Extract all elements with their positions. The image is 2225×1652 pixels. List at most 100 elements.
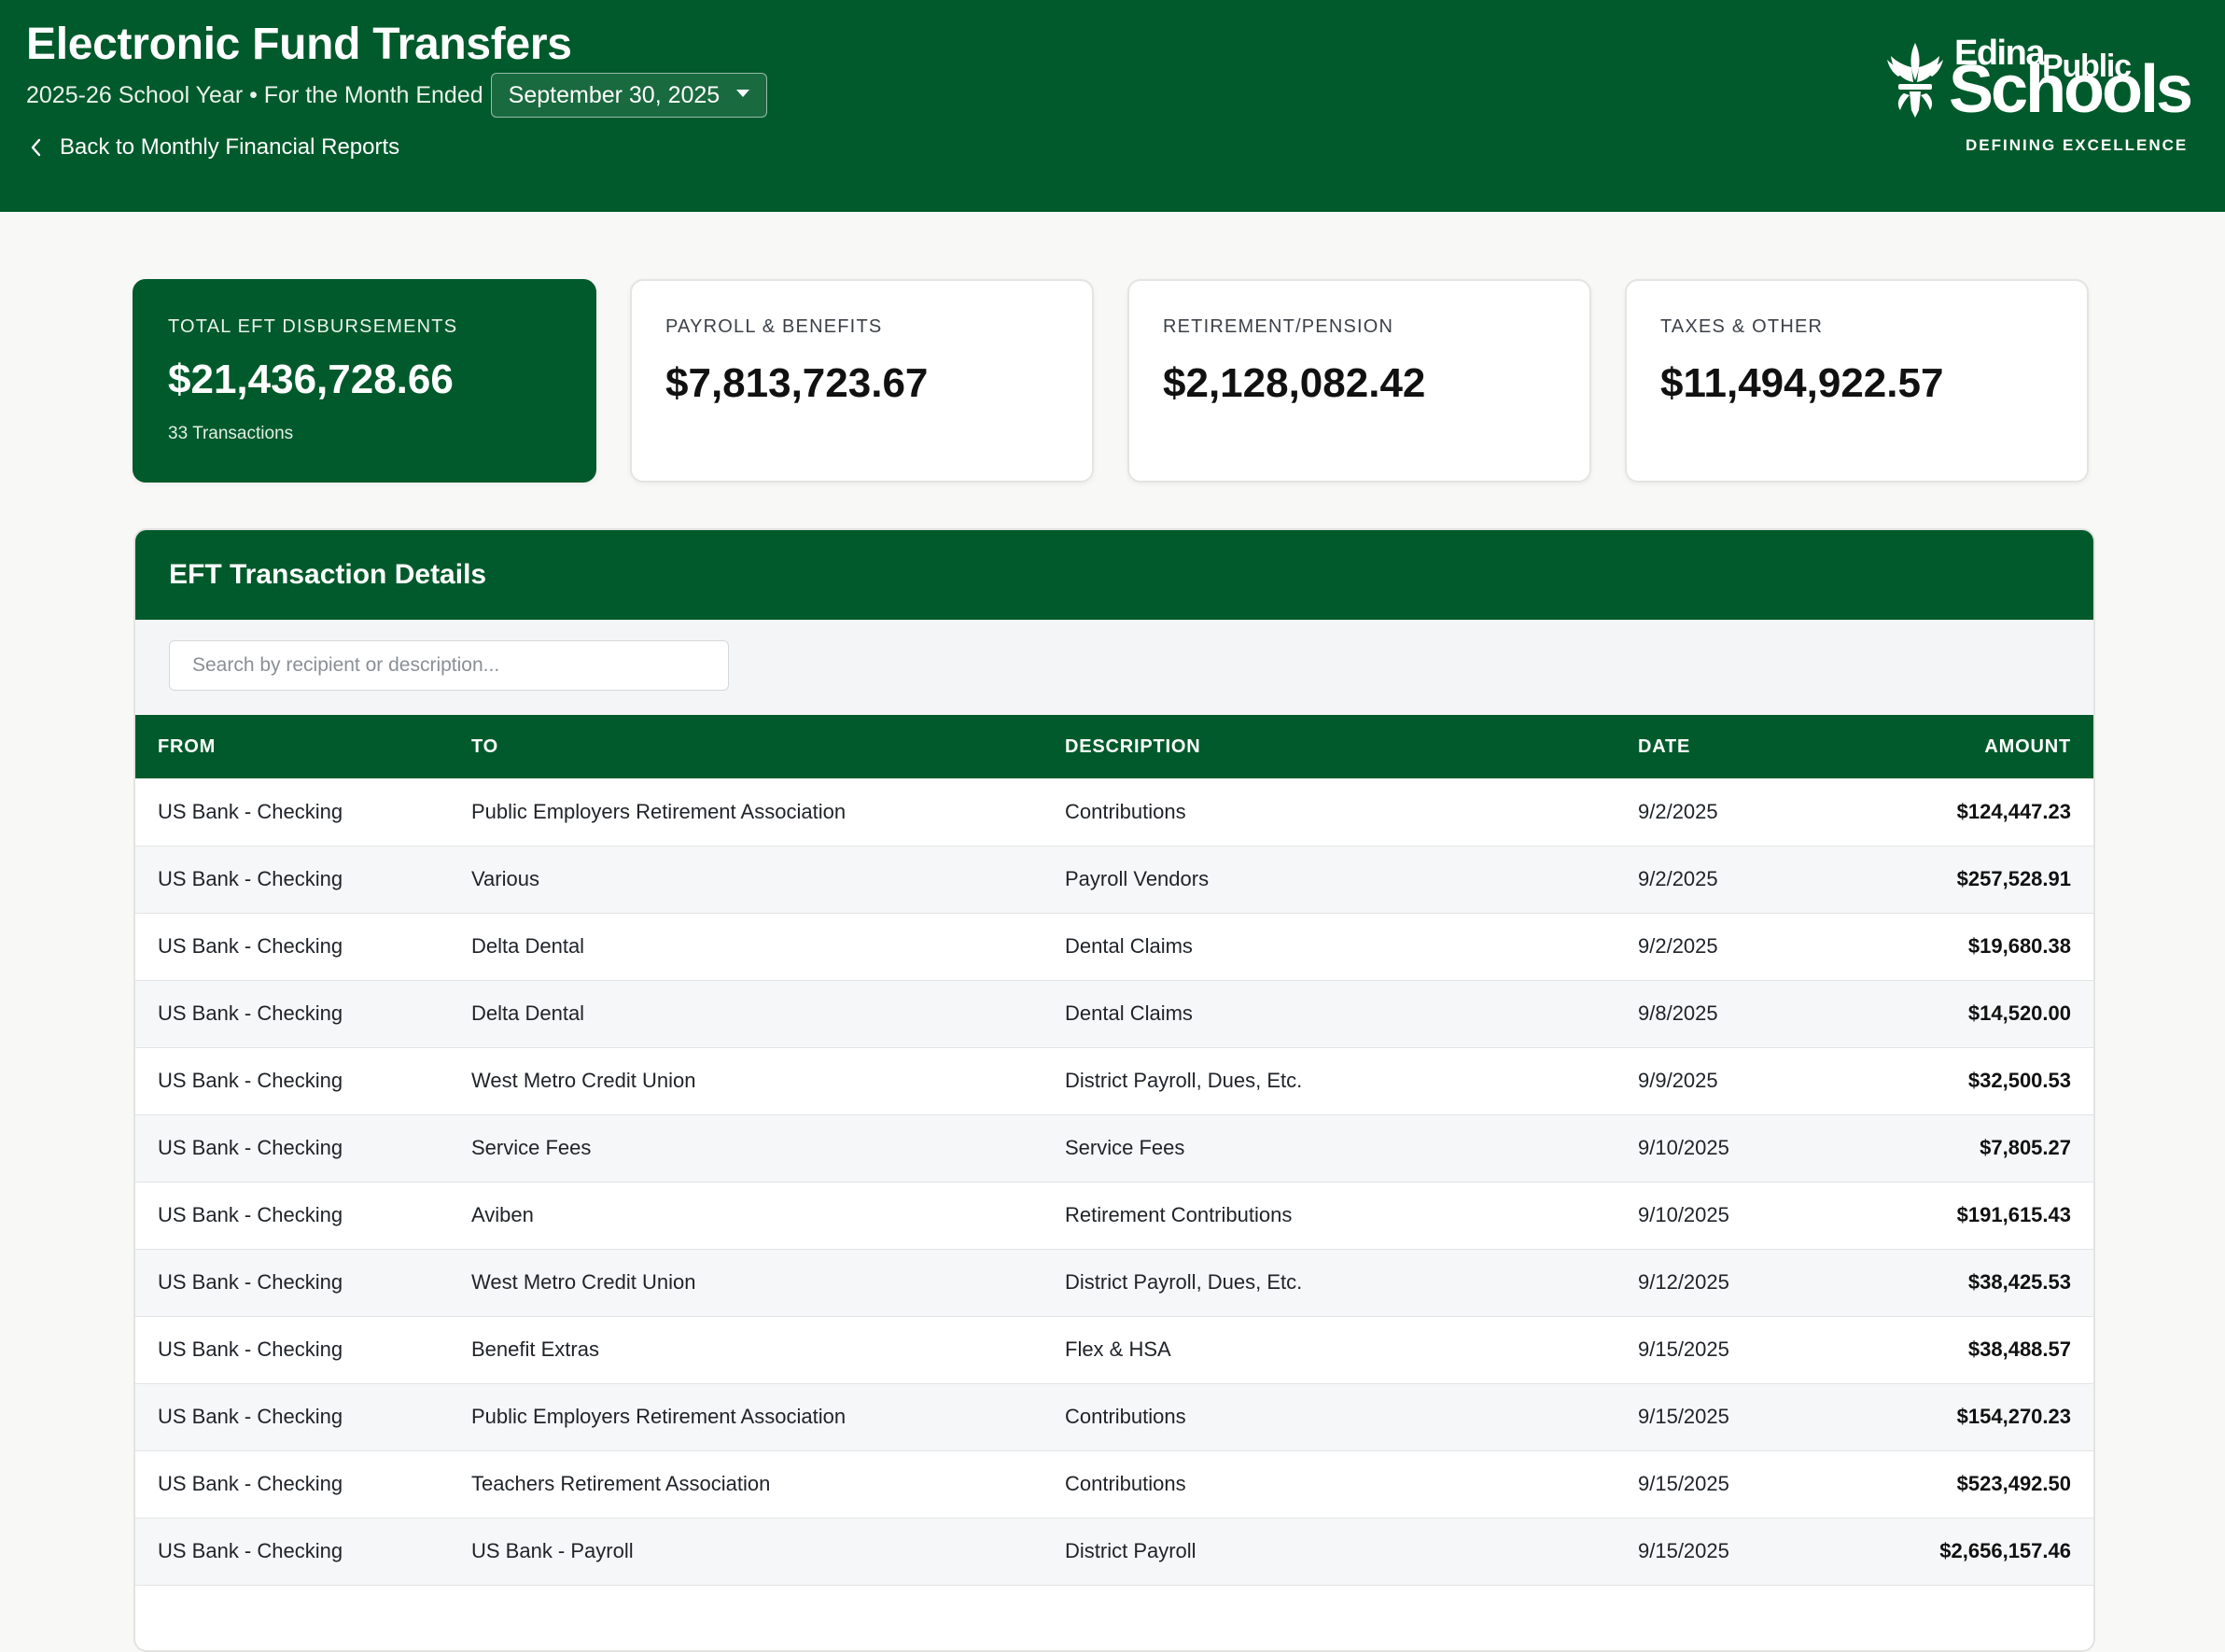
cell-from: US Bank - Checking	[158, 1069, 343, 1092]
column-header-to[interactable]: TO	[449, 715, 1043, 778]
cell-date: 9/2/2025	[1638, 934, 1718, 958]
cell-description: Dental Claims	[1065, 934, 1193, 958]
cell-date: 9/9/2025	[1638, 1069, 1718, 1092]
eft-table: FROM TO DESCRIPTION DATE AMOUNT US Bank …	[135, 715, 2093, 1586]
cell-from: US Bank - Checking	[158, 867, 343, 890]
cell-to: Delta Dental	[471, 1001, 585, 1025]
transaction-count: 33 Transactions	[168, 424, 294, 443]
page-title: Electronic Fund Transfers	[26, 20, 572, 69]
cell-date: 9/12/2025	[1638, 1270, 1729, 1294]
table-row: US Bank - Checking Aviben Retirement Contr…	[135, 1182, 2093, 1249]
column-header-from[interactable]: FROM	[135, 715, 449, 778]
cell-date: 9/10/2025	[1638, 1203, 1729, 1226]
page-subtitle: 2025-26 School Year • For the Month Ende…	[26, 81, 483, 108]
cell-date: 9/15/2025	[1638, 1472, 1729, 1495]
card-label: TOTAL EFT DISBURSEMENTS	[168, 316, 458, 337]
cell-description: District Payroll, Dues, Etc.	[1065, 1270, 1303, 1294]
table-body: US Bank - Checking Public Employers Retir…	[135, 778, 2093, 1585]
cell-from: US Bank - Checking	[158, 934, 343, 958]
total-disbursements-card: TOTAL EFT DISBURSEMENTS $21,436,728.66 3…	[133, 279, 596, 483]
table-row: US Bank - Checking US Bank - Payroll Distr…	[135, 1518, 2093, 1585]
logo-schools-text: Schools	[1949, 52, 2193, 127]
cell-amount: $14,520.00	[1967, 1001, 2071, 1025]
cell-to: Benefit Extras	[471, 1337, 599, 1361]
cell-date: 9/10/2025	[1638, 1136, 1729, 1159]
cell-amount: $2,656,157.46	[1939, 1539, 2071, 1562]
retirement-pension-card: RETIREMENT/PENSION $2,128,082.42	[1127, 279, 1591, 483]
cell-description: Contributions	[1065, 799, 1186, 823]
card-value: $2,128,082.42	[1163, 360, 1426, 406]
caret-down-icon	[736, 90, 750, 97]
logo-tagline: DEFINING EXCELLENCE	[1966, 136, 2189, 154]
cell-to: Public Employers Retirement Association	[471, 799, 847, 823]
cell-description: Payroll Vendors	[1065, 867, 1210, 890]
search-bar	[135, 620, 2093, 715]
cell-description: Dental Claims	[1065, 1001, 1193, 1025]
cell-to: Various	[471, 867, 539, 890]
cell-to: Aviben	[471, 1203, 534, 1226]
cell-to: Public Employers Retirement Association	[471, 1405, 847, 1428]
cell-amount: $257,528.91	[1956, 867, 2071, 890]
cell-amount: $19,680.38	[1967, 934, 2071, 958]
cell-to: US Bank - Payroll	[471, 1539, 634, 1562]
cell-amount: $38,425.53	[1967, 1270, 2071, 1294]
cell-description: District Payroll	[1065, 1539, 1196, 1562]
cell-date: 9/15/2025	[1638, 1337, 1729, 1361]
cell-date: 9/2/2025	[1638, 867, 1718, 890]
cell-to: Teachers Retirement Association	[471, 1472, 771, 1495]
table-row: US Bank - Checking Service Fees Service Fe…	[135, 1114, 2093, 1182]
cell-from: US Bank - Checking	[158, 1539, 343, 1562]
back-link-label: Back to Monthly Financial Reports	[60, 134, 400, 160]
table-row: US Bank - Checking Various Payroll Vendors…	[135, 846, 2093, 913]
column-header-amount[interactable]: AMOUNT	[1849, 715, 2093, 778]
cell-amount: $154,270.23	[1956, 1405, 2071, 1428]
table-row: US Bank - Checking Delta Dental Dental Cla…	[135, 913, 2093, 980]
cell-amount: $32,500.53	[1967, 1069, 2071, 1092]
table-header-row: FROM TO DESCRIPTION DATE AMOUNT	[135, 715, 2093, 778]
cell-date: 9/2/2025	[1638, 799, 1718, 823]
table-row: US Bank - Checking Public Employers Retir…	[135, 1383, 2093, 1450]
card-label: PAYROLL & BENEFITS	[665, 316, 883, 337]
table-row: US Bank - Checking Public Employers Retir…	[135, 778, 2093, 846]
cell-date: 9/15/2025	[1638, 1539, 1729, 1562]
search-input[interactable]	[169, 640, 729, 691]
cell-from: US Bank - Checking	[158, 1472, 343, 1495]
back-to-reports-link[interactable]: Back to Monthly Financial Reports	[30, 134, 399, 161]
summary-cards: TOTAL EFT DISBURSEMENTS $21,436,728.66 3…	[133, 279, 2089, 483]
cell-from: US Bank - Checking	[158, 1001, 343, 1025]
panel-title: EFT Transaction Details	[135, 530, 2093, 620]
cell-amount: $124,447.23	[1956, 799, 2071, 823]
cell-from: US Bank - Checking	[158, 799, 343, 823]
cell-amount: $38,488.57	[1967, 1337, 2071, 1361]
column-header-description[interactable]: DESCRIPTION	[1043, 715, 1616, 778]
cell-to: West Metro Credit Union	[471, 1270, 696, 1294]
cell-to: Delta Dental	[471, 934, 585, 958]
cell-amount: $191,615.43	[1956, 1203, 2071, 1226]
table-row: US Bank - Checking Delta Dental Dental Cla…	[135, 980, 2093, 1047]
taxes-other-card: TAXES & OTHER $11,494,922.57	[1625, 279, 2089, 483]
cell-date: 9/15/2025	[1638, 1405, 1729, 1428]
cell-from: US Bank - Checking	[158, 1136, 343, 1159]
column-header-date[interactable]: DATE	[1616, 715, 1849, 778]
cell-description: Contributions	[1065, 1405, 1186, 1428]
card-value: $11,494,922.57	[1660, 360, 1944, 406]
cell-description: Contributions	[1065, 1472, 1186, 1495]
cell-date: 9/8/2025	[1638, 1001, 1718, 1025]
district-logo: Edina Public Schools DEFINING EXCELLENCE	[1885, 32, 2193, 162]
subtitle-row: 2025-26 School Year • For the Month Ende…	[26, 73, 768, 118]
cell-from: US Bank - Checking	[158, 1405, 343, 1428]
fleur-de-lis-icon	[1887, 43, 1943, 118]
cell-amount: $7,805.27	[1980, 1136, 2071, 1159]
cell-to: West Metro Credit Union	[471, 1069, 696, 1092]
month-select[interactable]: September 30, 2025	[490, 73, 768, 118]
cell-from: US Bank - Checking	[158, 1270, 343, 1294]
cell-description: Flex & HSA	[1065, 1337, 1171, 1361]
table-row: US Bank - Checking Teachers Retirement As…	[135, 1450, 2093, 1518]
card-label: RETIREMENT/PENSION	[1163, 316, 1394, 337]
chevron-left-icon	[31, 138, 41, 157]
cell-description: District Payroll, Dues, Etc.	[1065, 1069, 1303, 1092]
eft-details-panel: EFT Transaction Details FROM TO DESCRIPT…	[133, 528, 2095, 1652]
cell-to: Service Fees	[471, 1136, 592, 1159]
card-value: $21,436,728.66	[168, 357, 454, 402]
table-row: US Bank - Checking West Metro Credit Unio…	[135, 1249, 2093, 1316]
